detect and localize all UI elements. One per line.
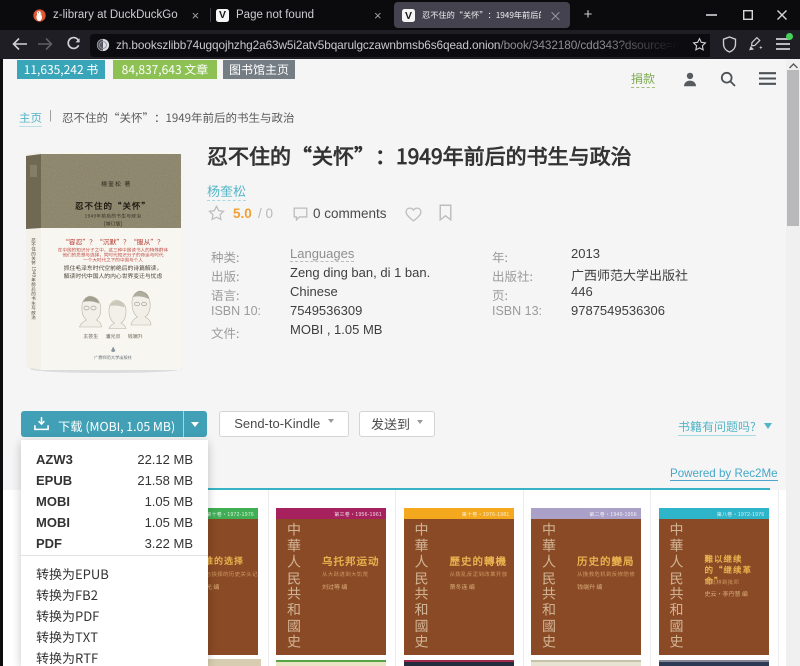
svg-text:忍不住的关怀 1949年前后的书生与政治: 忍不住的关怀 1949年前后的书生与政治 <box>31 237 37 320</box>
svg-text:王芸生 潘光旦 钱端升: 王芸生 潘光旦 钱端升 <box>83 333 142 340</box>
svg-text:1949年前后的书生与政治: 1949年前后的书生与政治 <box>85 214 142 220</box>
svg-text:解读时代中国人的内心世界变迁与忧虑: 解读时代中国人的内心世界变迁与忧虑 <box>64 271 163 280</box>
svg-text:[增订版]: [增订版] <box>104 221 122 228</box>
svg-text:忍不住的“关怀”: 忍不住的“关怀” <box>75 200 151 212</box>
svg-text:广西师范大学出版社: 广西师范大学出版社 <box>94 355 133 361</box>
svg-text:楊奎松 著: 楊奎松 著 <box>101 179 131 188</box>
svg-text:“容忍”？“沉默”？“服从”？: “容忍”？“沉默”？“服从”？ <box>62 237 164 247</box>
